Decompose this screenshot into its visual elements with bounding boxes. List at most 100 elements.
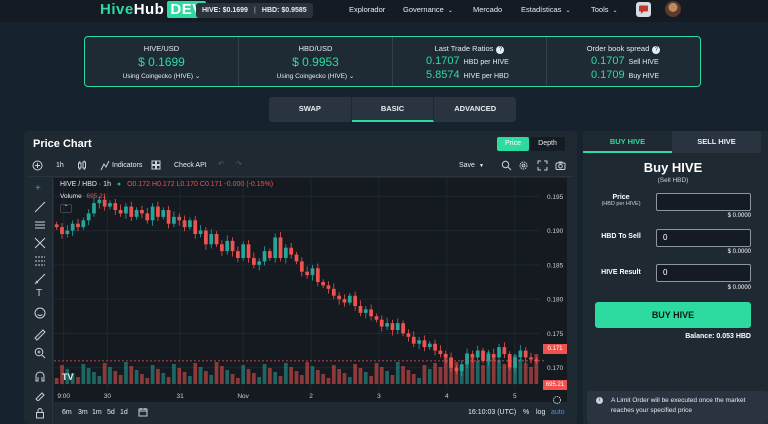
candle-body xyxy=(289,247,294,255)
volume-bar xyxy=(406,370,411,384)
price-input[interactable] xyxy=(656,193,751,211)
candle-body xyxy=(236,251,240,258)
horizontal-lines-icon[interactable] xyxy=(34,218,46,236)
nav-link-estadisticas[interactable]: Estadísticas ⌄ xyxy=(521,5,570,14)
volume-bar xyxy=(433,363,437,384)
camera-icon[interactable] xyxy=(555,160,566,173)
user-avatar[interactable] xyxy=(665,1,681,17)
hbd-price-text: HBD: $0.9585 xyxy=(261,7,307,14)
emoji-icon[interactable] xyxy=(34,306,46,324)
collapse-legend-icon[interactable]: ⌃ xyxy=(60,204,72,213)
auto-scale-toggle[interactable]: auto xyxy=(551,409,565,416)
volume-bar xyxy=(294,371,299,384)
candle-body xyxy=(369,309,373,317)
candle-body xyxy=(305,271,310,276)
depth-view-button[interactable]: Depth xyxy=(530,137,565,151)
add-symbol-icon[interactable] xyxy=(32,160,43,173)
percent-scale-toggle[interactable]: % xyxy=(523,409,529,416)
chart-panel-title: Price Chart xyxy=(33,138,92,150)
help-icon[interactable]: ? xyxy=(652,46,661,54)
stay-drawing-icon[interactable] xyxy=(34,388,46,406)
fib-retracement-icon[interactable] xyxy=(34,254,46,272)
chevron-down-icon[interactable]: ▼ xyxy=(479,163,484,169)
trend-line-icon[interactable] xyxy=(34,200,46,218)
indicators-icon[interactable] xyxy=(100,160,110,173)
pitchfork-icon[interactable] xyxy=(34,236,46,254)
volume-bar xyxy=(379,367,384,384)
volume-bar xyxy=(422,365,427,384)
tab-basic[interactable]: BASIC xyxy=(351,97,435,122)
volume-bar xyxy=(102,363,107,384)
volume-bar xyxy=(321,374,326,384)
market-stats-panel: HIVE/USD $ 0.1699 Using Coingecko (HIVE)… xyxy=(84,36,701,87)
volume-bar xyxy=(289,367,294,384)
candle-body xyxy=(108,203,112,207)
zoom-in-icon[interactable] xyxy=(34,346,46,364)
volume-bar xyxy=(475,361,480,384)
candle-body xyxy=(113,203,118,210)
candle-body xyxy=(529,357,533,360)
volume-bar xyxy=(497,360,501,384)
fullscreen-icon[interactable] xyxy=(537,160,548,173)
hbd-to-sell-input[interactable]: 0 xyxy=(656,229,751,247)
candle-body xyxy=(225,240,230,252)
x-tick-label: 31 xyxy=(176,393,184,400)
buy-hive-button[interactable]: BUY HIVE xyxy=(595,302,751,328)
help-icon[interactable]: ? xyxy=(496,46,505,54)
volume-bar xyxy=(401,366,405,384)
gear-icon[interactable] xyxy=(518,160,529,173)
candle-body xyxy=(166,210,171,224)
magnet-icon[interactable] xyxy=(34,370,46,388)
text-tool-icon[interactable]: T xyxy=(36,288,42,299)
crosshair-icon[interactable]: + xyxy=(35,183,41,194)
tab-swap[interactable]: SWAP xyxy=(269,97,352,122)
candlestick-chart[interactable]: 0.195 0.190 0.185 0.180 0.175 0.170 9:00 30 31 N… xyxy=(54,178,567,402)
redo-icon[interactable]: ↷ xyxy=(236,160,242,168)
candle-style-icon[interactable] xyxy=(77,160,87,173)
hive-result-input[interactable]: 0 xyxy=(656,264,751,282)
indicators-button[interactable]: Indicators xyxy=(112,162,142,169)
nav-link-tools[interactable]: Tools ⌄ xyxy=(591,5,618,14)
price-view-button[interactable]: Price xyxy=(497,137,529,151)
volume-bar xyxy=(140,374,144,384)
lock-icon[interactable] xyxy=(34,406,46,424)
volume-bar xyxy=(198,367,203,384)
stat-value: $ 0.1699 xyxy=(138,55,185,69)
volume-bar xyxy=(358,368,363,384)
candle-body xyxy=(102,199,107,207)
ratio-value: 5.8574 xyxy=(426,69,460,81)
search-icon[interactable] xyxy=(501,160,512,173)
range-3m[interactable]: 3m xyxy=(78,409,88,416)
tab-advanced[interactable]: ADVANCED xyxy=(434,97,516,122)
chat-icon[interactable] xyxy=(636,2,651,17)
range-6m[interactable]: 6m xyxy=(62,409,72,416)
layout-grid-icon[interactable] xyxy=(151,160,161,172)
range-1m[interactable]: 1m xyxy=(92,409,102,416)
tab-buy-hive[interactable]: BUY HIVE xyxy=(583,131,672,153)
candle-body xyxy=(86,213,91,221)
price-source-select[interactable]: Using Coingecko (HIVE) ⌄ xyxy=(239,72,392,80)
site-logo[interactable]: HiveHub DEV xyxy=(100,1,206,18)
nav-link-explorador[interactable]: Explorador xyxy=(349,5,385,14)
goto-date-icon[interactable] xyxy=(138,407,148,419)
interval-select[interactable]: 1h xyxy=(56,162,64,169)
candle-body xyxy=(198,230,203,234)
check-api-button[interactable]: Check API xyxy=(174,162,207,169)
nav-link-mercado[interactable]: Mercado xyxy=(473,5,502,14)
save-layout-button[interactable]: Save xyxy=(459,162,475,169)
ruler-icon[interactable] xyxy=(34,328,46,346)
trade-mode-tabs: SWAP BASIC ADVANCED xyxy=(269,97,516,122)
undo-icon[interactable]: ↶ xyxy=(218,160,224,168)
volume-bar xyxy=(337,369,342,384)
tab-sell-hive[interactable]: SELL HIVE xyxy=(672,131,761,153)
status-dot-icon: ● xyxy=(116,181,122,188)
log-scale-toggle[interactable]: log xyxy=(536,409,545,416)
stat-title: Order book spread? xyxy=(547,44,700,54)
candle-body xyxy=(321,282,326,286)
volume-bar xyxy=(220,366,224,384)
nav-link-governance[interactable]: Governance ⌄ xyxy=(403,5,453,14)
range-1d[interactable]: 1d xyxy=(120,409,128,416)
price-source-select[interactable]: Using Coingecko (HIVE) ⌄ xyxy=(85,72,238,80)
spread-value: 0.1709 xyxy=(591,69,625,81)
range-5d[interactable]: 5d xyxy=(107,409,115,416)
